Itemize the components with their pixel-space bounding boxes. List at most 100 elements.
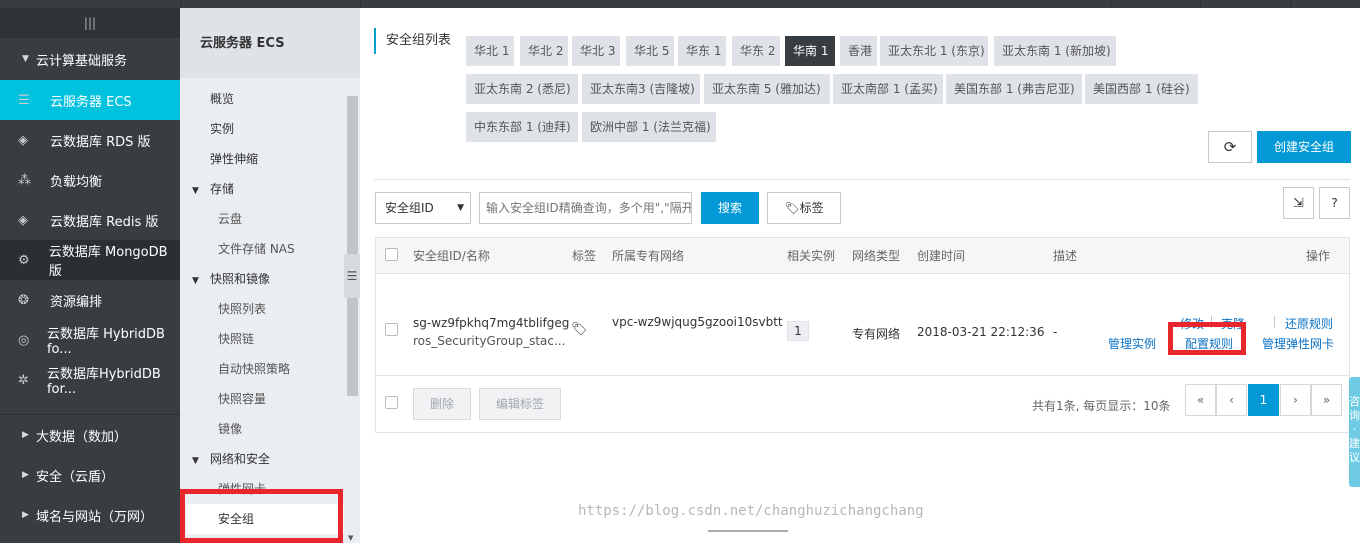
- first-page-button[interactable]: «: [1185, 384, 1216, 416]
- table-header: 安全组ID/名称 标签 所属专有网络 相关实例 网络类型 创建时间 描述 操作: [376, 238, 1349, 274]
- highlight-box-security-group: [180, 489, 343, 543]
- sidebar-group[interactable]: ▶ 大数据（数加）: [0, 415, 180, 455]
- page-button[interactable]: 1: [1248, 384, 1279, 416]
- main-content: 安全组列表 华北 1 华北 2 华北 3 华北 5 华东 1 华东 2 华南 1 香港 亚太东北…: [360, 8, 1360, 543]
- server-icon: ☰: [18, 92, 30, 108]
- caret-down-icon: ▼: [192, 186, 199, 196]
- caret-right-icon: ▶: [22, 470, 29, 480]
- sidebar-item[interactable]: ❂ 资源编排: [0, 280, 180, 320]
- delete-button[interactable]: 删除: [413, 388, 471, 420]
- sidebar-item[interactable]: ✲ 云数据库HybridDB for...: [0, 360, 180, 400]
- region-button[interactable]: 华北 1: [466, 36, 514, 66]
- separator: [1274, 316, 1275, 328]
- region-button[interactable]: 亚太东南 5 (雅加达): [704, 74, 830, 104]
- sidebar-item-label: 云数据库 RDS 版: [50, 134, 151, 150]
- prev-page-button[interactable]: ‹: [1216, 384, 1247, 416]
- region-button[interactable]: 亚太南部 1 (孟买): [833, 74, 943, 104]
- subnav-item[interactable]: 自动快照策略: [180, 354, 344, 384]
- scroll-down-icon[interactable]: ▼: [348, 534, 353, 542]
- subnav-item[interactable]: 弹性伸缩: [180, 144, 344, 174]
- export-button[interactable]: ⇲: [1283, 187, 1314, 219]
- vpc-id[interactable]: vpc-wz9wjqug5gzooi10svbtt: [612, 315, 783, 329]
- refresh-button[interactable]: ⟳: [1208, 131, 1252, 163]
- subnav-item[interactable]: 快照链: [180, 324, 344, 354]
- tag-icon: 🏷: [784, 201, 800, 215]
- sidebar-group[interactable]: ▶ 域名与网站（万网）: [0, 495, 180, 535]
- sidebar-group-cloud-basic[interactable]: ▼ 云计算基础服务: [0, 38, 180, 80]
- region-button[interactable]: 亚太东北 1 (东京): [880, 36, 988, 66]
- subnav-category[interactable]: ▼ 存储: [180, 174, 344, 204]
- filter-select[interactable]: 安全组ID ▼: [375, 192, 471, 224]
- manage-eni-link[interactable]: 管理弹性网卡: [1262, 335, 1334, 352]
- subnav-category[interactable]: ▼ 快照和镜像: [180, 264, 344, 294]
- subnav-category[interactable]: ▼ 网络和安全: [180, 444, 344, 474]
- region-button[interactable]: 美国东部 1 (弗吉尼亚): [946, 74, 1082, 104]
- restore-rules-link[interactable]: 还原规则: [1285, 315, 1333, 332]
- sidebar-item-label: 云服务器 ECS: [50, 94, 132, 110]
- region-button[interactable]: 华北 3: [572, 36, 620, 66]
- sidebar-item[interactable]: ☰ 云服务器 ECS: [0, 80, 180, 120]
- region-button[interactable]: 美国西部 1 (硅谷): [1085, 74, 1198, 104]
- caret-down-icon: ▼: [192, 456, 199, 466]
- edit-tags-button[interactable]: 编辑标签: [479, 388, 561, 420]
- description: -: [1053, 325, 1058, 339]
- create-security-group-button[interactable]: 创建安全组: [1257, 131, 1351, 163]
- tag-filter-button[interactable]: 🏷标签: [767, 192, 841, 224]
- subnav-scrollbar[interactable]: ▼: [344, 88, 360, 543]
- subnav-item[interactable]: 云盘: [180, 204, 344, 234]
- feedback-tab[interactable]: 咨询·建议: [1349, 377, 1360, 487]
- redis-icon: ◈: [18, 212, 28, 228]
- region-button[interactable]: 华南 1: [785, 36, 835, 66]
- search-button[interactable]: 搜索: [701, 192, 759, 224]
- region-button[interactable]: 华东 2: [732, 36, 780, 66]
- region-button[interactable]: 华北 5: [626, 36, 674, 66]
- sidebar-group[interactable]: ▶ 安全（云盾）: [0, 455, 180, 495]
- subnav-item[interactable]: 概览: [180, 84, 344, 114]
- sidebar-item-label: 资源编排: [50, 294, 103, 310]
- security-group-id[interactable]: sg-wz9fpkhq7mg4tblifgeg: [413, 316, 569, 330]
- mongodb-icon: ⚙: [18, 252, 30, 268]
- region-button[interactable]: 亚太东南 1 (新加坡): [994, 36, 1116, 66]
- instance-count: 1: [787, 321, 809, 341]
- region-button[interactable]: 华北 2: [520, 36, 568, 66]
- sidebar-group-label: 域名与网站（万网）: [36, 509, 154, 525]
- col-vpc: 所属专有网络: [612, 249, 685, 263]
- sidebar-item[interactable]: ⁂ 负载均衡: [0, 160, 180, 200]
- help-button[interactable]: ?: [1319, 187, 1350, 219]
- subnav-item[interactable]: 文件存储 NAS: [180, 234, 344, 264]
- sidebar-item-label: 云数据库 Redis 版: [50, 214, 159, 230]
- region-button[interactable]: 中东东部 1 (迪拜): [466, 112, 578, 142]
- subnav-item[interactable]: 快照列表: [180, 294, 344, 324]
- region-button[interactable]: 欧洲中部 1 (法兰克福): [582, 112, 716, 142]
- scrollbar-thumb[interactable]: [347, 96, 358, 396]
- footer-checkbox[interactable]: [385, 396, 398, 409]
- row-checkbox[interactable]: [385, 323, 398, 336]
- manage-instances-link[interactable]: 管理实例: [1108, 335, 1156, 352]
- product-sidebar: ||| ▼ 云计算基础服务 ☰ 云服务器 ECS ◈ 云数据库 RDS 版 ⁂ 负载均衡 ◈…: [0, 8, 180, 543]
- sidebar-toggle[interactable]: |||: [0, 8, 180, 38]
- sidebar-item-label: 负载均衡: [50, 174, 103, 190]
- sidebar-item[interactable]: ◈ 云数据库 Redis 版: [0, 200, 180, 240]
- col-network-type: 网络类型: [852, 249, 901, 263]
- collapse-subnav-icon[interactable]: ☰: [344, 254, 360, 298]
- sidebar-item[interactable]: ◈ 云数据库 RDS 版: [0, 120, 180, 160]
- sidebar-item[interactable]: ⚙ 云数据库 MongoDB 版: [0, 240, 180, 280]
- ecs-subnav: 云服务器 ECS 概览 实例 弹性伸缩 ▼ 存储 云盘 文件存储 NAS ▼ 快照和镜像 快照列表…: [180, 8, 360, 543]
- region-button[interactable]: 香港: [840, 36, 877, 66]
- tag-icon[interactable]: 🏷: [571, 322, 588, 337]
- sidebar-item[interactable]: ◎ 云数据库 HybridDB fo...: [0, 320, 180, 360]
- subnav-item[interactable]: 实例: [180, 114, 344, 144]
- subnav-item[interactable]: 镜像: [180, 414, 344, 444]
- region-button[interactable]: 华东 1: [678, 36, 726, 66]
- col-created: 创建时间: [917, 249, 966, 263]
- region-button[interactable]: 亚太东南 2 (悉尼): [466, 74, 578, 104]
- select-all-checkbox[interactable]: [385, 248, 398, 261]
- caret-right-icon: ▶: [22, 510, 29, 520]
- security-group-name: ros_SecurityGroup_stac...: [413, 334, 566, 348]
- subnav-item[interactable]: 快照容量: [180, 384, 344, 414]
- search-input[interactable]: [479, 192, 692, 224]
- next-page-button[interactable]: ›: [1280, 384, 1311, 416]
- region-button[interactable]: 亚太东南3 (吉隆坡): [582, 74, 700, 104]
- last-page-button[interactable]: »: [1311, 384, 1342, 416]
- caret-down-icon: ▼: [192, 276, 199, 286]
